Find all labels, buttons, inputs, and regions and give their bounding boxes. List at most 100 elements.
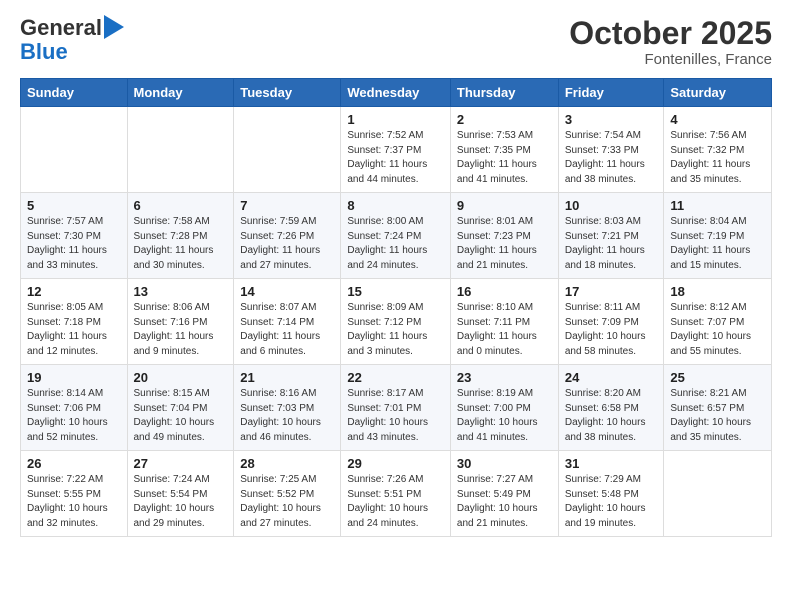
- logo: General Blue: [20, 16, 124, 64]
- day-info: Sunrise: 8:17 AMSunset: 7:01 PMDaylight:…: [347, 387, 444, 445]
- day-number: 12: [27, 284, 121, 299]
- table-row: 30 Sunrise: 7:27 AMSunset: 5:49 PMDayligh…: [450, 451, 558, 537]
- table-row: 11 Sunrise: 8:04 AMSunset: 7:19 PMDayligh…: [664, 193, 772, 279]
- table-row: 16Sunrise: 8:10 AMSunset: 7:11 PMDayligh…: [450, 279, 558, 365]
- calendar-week-row: 19 Sunrise: 8:14 AMSunset: 7:06 PMDayligh…: [21, 365, 772, 451]
- logo-general-text: General: [20, 16, 102, 40]
- day-info: Sunrise: 7:29 AMSunset: 5:48 PMDaylight:…: [565, 473, 658, 531]
- table-row: 15Sunrise: 8:09 AMSunset: 7:12 PMDayligh…: [341, 279, 451, 365]
- day-info: Sunrise: 8:20 AMSunset: 6:58 PMDaylight:…: [565, 387, 658, 445]
- col-friday: Friday: [558, 79, 664, 107]
- table-row: 24 Sunrise: 8:20 AMSunset: 6:58 PMDayligh…: [558, 365, 664, 451]
- day-number: 11: [670, 198, 765, 213]
- table-row: 18Sunrise: 8:12 AMSunset: 7:07 PMDayligh…: [664, 279, 772, 365]
- day-number: 10: [565, 198, 658, 213]
- col-wednesday: Wednesday: [341, 79, 451, 107]
- day-number: 19: [27, 370, 121, 385]
- page: General Blue October 2025 Fontenilles, F…: [0, 0, 792, 612]
- day-number: 6: [134, 198, 228, 213]
- day-info: Sunrise: 7:25 AMSunset: 5:52 PMDaylight:…: [240, 473, 334, 531]
- table-row: [127, 107, 234, 193]
- day-number: 25: [670, 370, 765, 385]
- day-info: Sunrise: 8:03 AMSunset: 7:21 PMDaylight:…: [565, 215, 658, 273]
- header: General Blue October 2025 Fontenilles, F…: [20, 16, 772, 68]
- month-title: October 2025: [569, 16, 772, 51]
- day-info: Sunrise: 8:07 AMSunset: 7:14 PMDaylight:…: [240, 301, 334, 359]
- day-number: 1: [347, 112, 444, 127]
- table-row: 13Sunrise: 8:06 AMSunset: 7:16 PMDayligh…: [127, 279, 234, 365]
- day-number: 22: [347, 370, 444, 385]
- day-info: Sunrise: 8:11 AMSunset: 7:09 PMDaylight:…: [565, 301, 658, 359]
- day-number: 9: [457, 198, 552, 213]
- table-row: [664, 451, 772, 537]
- day-info: Sunrise: 8:05 AMSunset: 7:18 PMDaylight:…: [27, 301, 121, 359]
- day-info: Sunrise: 7:26 AMSunset: 5:51 PMDaylight:…: [347, 473, 444, 531]
- day-info: Sunrise: 8:04 AMSunset: 7:19 PMDaylight:…: [670, 215, 765, 273]
- day-info: Sunrise: 7:59 AMSunset: 7:26 PMDaylight:…: [240, 215, 334, 273]
- day-number: 31: [565, 456, 658, 471]
- day-number: 28: [240, 456, 334, 471]
- table-row: 31 Sunrise: 7:29 AMSunset: 5:48 PMDayligh…: [558, 451, 664, 537]
- day-number: 4: [670, 112, 765, 127]
- table-row: 29 Sunrise: 7:26 AMSunset: 5:51 PMDayligh…: [341, 451, 451, 537]
- table-row: 19 Sunrise: 8:14 AMSunset: 7:06 PMDayligh…: [21, 365, 128, 451]
- table-row: 26 Sunrise: 7:22 AMSunset: 5:55 PMDayligh…: [21, 451, 128, 537]
- day-number: 20: [134, 370, 228, 385]
- day-number: 17: [565, 284, 658, 299]
- table-row: 3Sunrise: 7:54 AMSunset: 7:33 PMDaylight…: [558, 107, 664, 193]
- day-info: Sunrise: 8:15 AMSunset: 7:04 PMDaylight:…: [134, 387, 228, 445]
- table-row: 14Sunrise: 8:07 AMSunset: 7:14 PMDayligh…: [234, 279, 341, 365]
- col-saturday: Saturday: [664, 79, 772, 107]
- table-row: 9 Sunrise: 8:01 AMSunset: 7:23 PMDaylight…: [450, 193, 558, 279]
- table-row: 17 Sunrise: 8:11 AMSunset: 7:09 PMDayligh…: [558, 279, 664, 365]
- table-row: [21, 107, 128, 193]
- day-number: 15: [347, 284, 444, 299]
- table-row: 4 Sunrise: 7:56 AMSunset: 7:32 PMDaylight…: [664, 107, 772, 193]
- day-number: 24: [565, 370, 658, 385]
- table-row: 2Sunrise: 7:53 AMSunset: 7:35 PMDaylight…: [450, 107, 558, 193]
- day-info: Sunrise: 8:01 AMSunset: 7:23 PMDaylight:…: [457, 215, 552, 273]
- table-row: 5 Sunrise: 7:57 AMSunset: 7:30 PMDaylight…: [21, 193, 128, 279]
- day-number: 16: [457, 284, 552, 299]
- day-info: Sunrise: 7:27 AMSunset: 5:49 PMDaylight:…: [457, 473, 552, 531]
- day-number: 29: [347, 456, 444, 471]
- day-info: Sunrise: 8:14 AMSunset: 7:06 PMDaylight:…: [27, 387, 121, 445]
- day-number: 21: [240, 370, 334, 385]
- table-row: 28 Sunrise: 7:25 AMSunset: 5:52 PMDayligh…: [234, 451, 341, 537]
- day-number: 8: [347, 198, 444, 213]
- day-info: Sunrise: 7:54 AMSunset: 7:33 PMDaylight:…: [565, 129, 658, 187]
- day-number: 7: [240, 198, 334, 213]
- logo-icon: [104, 15, 124, 39]
- day-info: Sunrise: 7:56 AMSunset: 7:32 PMDaylight:…: [670, 129, 765, 187]
- calendar-week-row: 12 Sunrise: 8:05 AMSunset: 7:18 PMDayligh…: [21, 279, 772, 365]
- table-row: 20 Sunrise: 8:15 AMSunset: 7:04 PMDayligh…: [127, 365, 234, 451]
- table-row: 21Sunrise: 8:16 AMSunset: 7:03 PMDayligh…: [234, 365, 341, 451]
- day-info: Sunrise: 8:19 AMSunset: 7:00 PMDaylight:…: [457, 387, 552, 445]
- title-block: October 2025 Fontenilles, France: [569, 16, 772, 68]
- col-monday: Monday: [127, 79, 234, 107]
- table-row: 27Sunrise: 7:24 AMSunset: 5:54 PMDayligh…: [127, 451, 234, 537]
- day-info: Sunrise: 7:58 AMSunset: 7:28 PMDaylight:…: [134, 215, 228, 273]
- location: Fontenilles, France: [569, 51, 772, 68]
- day-info: Sunrise: 7:57 AMSunset: 7:30 PMDaylight:…: [27, 215, 121, 273]
- table-row: 8Sunrise: 8:00 AMSunset: 7:24 PMDaylight…: [341, 193, 451, 279]
- table-row: 25 Sunrise: 8:21 AMSunset: 6:57 PMDayligh…: [664, 365, 772, 451]
- day-number: 18: [670, 284, 765, 299]
- day-number: 26: [27, 456, 121, 471]
- col-thursday: Thursday: [450, 79, 558, 107]
- day-number: 30: [457, 456, 552, 471]
- day-number: 2: [457, 112, 552, 127]
- day-number: 5: [27, 198, 121, 213]
- logo-blue-text: Blue: [20, 39, 68, 64]
- col-tuesday: Tuesday: [234, 79, 341, 107]
- table-row: 6 Sunrise: 7:58 AMSunset: 7:28 PMDaylight…: [127, 193, 234, 279]
- day-number: 27: [134, 456, 228, 471]
- table-row: 10 Sunrise: 8:03 AMSunset: 7:21 PMDayligh…: [558, 193, 664, 279]
- day-info: Sunrise: 7:22 AMSunset: 5:55 PMDaylight:…: [27, 473, 121, 531]
- day-info: Sunrise: 8:21 AMSunset: 6:57 PMDaylight:…: [670, 387, 765, 445]
- calendar-week-row: 5 Sunrise: 7:57 AMSunset: 7:30 PMDaylight…: [21, 193, 772, 279]
- calendar-week-row: 1Sunrise: 7:52 AMSunset: 7:37 PMDaylight…: [21, 107, 772, 193]
- table-row: 12 Sunrise: 8:05 AMSunset: 7:18 PMDayligh…: [21, 279, 128, 365]
- table-row: 22 Sunrise: 8:17 AMSunset: 7:01 PMDayligh…: [341, 365, 451, 451]
- day-info: Sunrise: 8:06 AMSunset: 7:16 PMDaylight:…: [134, 301, 228, 359]
